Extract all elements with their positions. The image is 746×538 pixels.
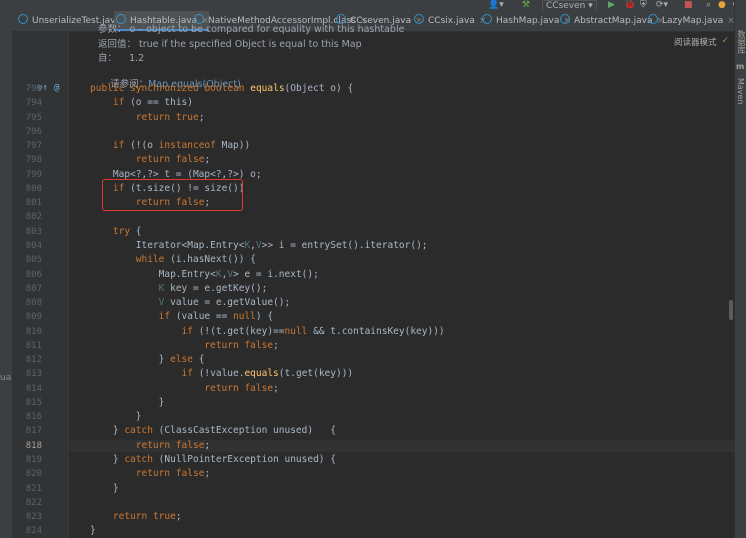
code-line[interactable]: } [70, 397, 165, 409]
code-line[interactable]: K key = e.getKey(); [70, 283, 268, 295]
line-number: 811 [25, 340, 42, 351]
code-line[interactable]: Map.Entry<K,V> e = i.next(); [70, 269, 319, 281]
line-number: 799 [25, 169, 42, 180]
line-number: 817 [25, 426, 42, 437]
code-editor[interactable]: 参数： o – object to be compared for equali… [70, 24, 746, 538]
maven-icon: m [736, 62, 745, 71]
line-number: 813 [25, 369, 42, 380]
code-line[interactable]: try { [70, 226, 142, 238]
doc-since: 自： 1.2 [98, 53, 145, 64]
class-icon [648, 14, 658, 24]
chevron-down-icon: ▾ [588, 1, 593, 11]
maven-panel-tab[interactable]: Maven [736, 78, 745, 105]
doc-params: 参数： o – object to be compared for equali… [98, 24, 405, 35]
profile-icon[interactable]: ⟳▾ [656, 0, 668, 11]
run-config-label: CCseven [546, 1, 586, 11]
code-line[interactable]: if (!(t.get(key)==null && t.containsKey(… [70, 326, 445, 338]
line-number: 797 [25, 141, 42, 152]
line-number: 819 [25, 455, 42, 466]
line-number: 816 [25, 412, 42, 423]
reader-mode-toggle[interactable]: 阅读器模式 [674, 36, 717, 48]
code-line[interactable] [70, 497, 90, 509]
line-number: 806 [25, 269, 42, 280]
line-number: 803 [25, 226, 42, 237]
line-number: 815 [25, 397, 42, 408]
line-number: 805 [25, 255, 42, 266]
class-icon [116, 14, 126, 24]
line-number: 794 [25, 98, 42, 109]
stop-icon[interactable]: ■ [684, 0, 693, 11]
code-line[interactable] [70, 126, 90, 138]
class-icon [336, 14, 346, 24]
top-toolbar: 👤▾ ⚒ CCseven ▾ ▶ 🐞 ⛨ ⟳▾ ■ ⌕ ● ⚙ [12, 0, 740, 13]
class-icon [18, 14, 28, 24]
code-line[interactable]: if (value == null) { [70, 311, 273, 323]
override-marker-icon[interactable]: @ [54, 83, 59, 93]
code-line[interactable]: if (!value.equals(t.get(key))) [70, 368, 354, 380]
code-line[interactable]: public synchronized boolean equals(Objec… [70, 83, 353, 95]
code-line[interactable]: if (o == this) [70, 97, 193, 109]
class-icon [414, 14, 424, 24]
line-number: 818 [25, 440, 42, 451]
class-icon [194, 14, 204, 24]
code-line[interactable]: V value = e.getValue(); [70, 297, 291, 309]
code-line[interactable]: } [70, 525, 96, 537]
code-line[interactable]: while (i.hasNext()) { [70, 254, 256, 266]
line-number-gutter: ⊙↑ @ 793 794 795 796 797 798 799 800 801 802 803 80… [12, 31, 69, 538]
tab-ccsix[interactable]: CCsix.java × [412, 11, 486, 31]
code-line[interactable]: } [70, 411, 142, 423]
code-line[interactable]: } else { [70, 354, 205, 366]
code-line[interactable]: Iterator<Map.Entry<K,V>> i = entrySet().… [70, 240, 428, 252]
doc-see-also: 请参阅：Map.equals(Object) [98, 67, 241, 90]
line-number: 808 [25, 298, 42, 309]
inspection-ok-icon[interactable]: ✓ [722, 35, 728, 46]
line-number: 793 [25, 84, 42, 94]
class-icon [482, 14, 492, 24]
right-tool-strip: 数据库 m Maven [734, 0, 746, 538]
code-line[interactable]: return false; [70, 154, 210, 166]
tab-lazymap[interactable]: LazyMap.java × [646, 11, 735, 31]
coverage-icon[interactable]: ⛨ [640, 0, 647, 11]
database-panel-tab[interactable]: 数据库 [736, 30, 746, 54]
code-line[interactable]: return true; [70, 112, 205, 124]
line-number: 807 [25, 283, 42, 294]
code-line[interactable]: if (!(o instanceof Map)) [70, 140, 250, 152]
line-number: 804 [25, 240, 42, 251]
code-line[interactable]: } catch (NullPointerException unused) { [70, 454, 336, 466]
line-number: 822 [25, 497, 42, 508]
scrollbar-thumb[interactable] [729, 300, 733, 320]
line-number: 821 [25, 483, 42, 494]
doc-returns: 返回值： true if the specified Object is equ… [98, 39, 362, 50]
line-number: 798 [25, 155, 42, 166]
code-line[interactable]: return true; [70, 511, 182, 523]
code-line[interactable]: return false; [70, 340, 278, 352]
hammer-icon[interactable]: ⚒ [522, 0, 530, 11]
update-icon[interactable]: ● [718, 0, 726, 11]
user-icon[interactable]: 👤▾ [488, 0, 504, 11]
code-line[interactable]: return false; [70, 383, 278, 395]
code-line[interactable] [70, 211, 90, 223]
line-number: 796 [25, 126, 42, 137]
run-icon[interactable]: ▶ [608, 0, 615, 11]
line-number: 812 [25, 355, 42, 366]
class-icon [560, 14, 570, 24]
line-number: 824 [25, 526, 42, 537]
code-line[interactable]: } [70, 483, 119, 495]
line-number: 820 [25, 469, 42, 480]
line-number: 823 [25, 512, 42, 523]
line-number: 800 [25, 183, 42, 194]
highlight-box [102, 179, 243, 211]
code-line[interactable]: } catch (ClassCastException unused) { [70, 425, 336, 437]
line-number: 802 [25, 212, 42, 223]
line-number: 809 [25, 312, 42, 323]
code-line[interactable]: return false; [70, 439, 746, 452]
debug-icon[interactable]: 🐞 [624, 0, 635, 11]
search-icon[interactable]: ⌕ [706, 0, 711, 11]
line-number: 801 [25, 198, 42, 209]
line-number: 814 [25, 383, 42, 394]
line-number: 795 [25, 112, 42, 123]
code-line[interactable]: return false; [70, 468, 210, 480]
line-number: 810 [25, 326, 42, 337]
